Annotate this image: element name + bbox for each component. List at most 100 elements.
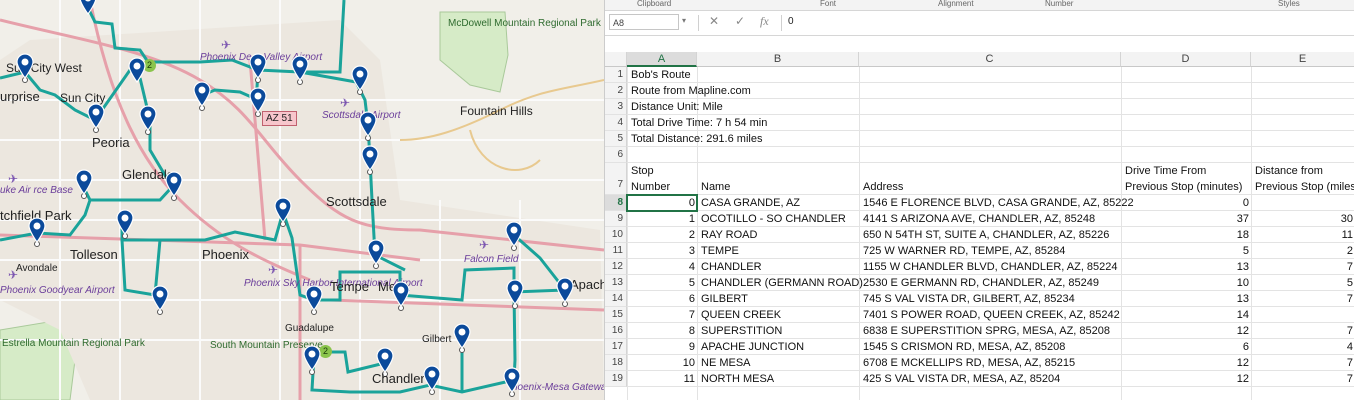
stop-name-cell[interactable]: GILBERT bbox=[699, 291, 750, 307]
map-marker-pin-icon[interactable] bbox=[249, 87, 267, 113]
stop-number-cell[interactable]: 4 bbox=[627, 259, 697, 275]
stop-address-cell[interactable]: 1546 E FLORENCE BLVD, CASA GRANDE, AZ, 8… bbox=[861, 195, 1136, 211]
map-marker-pin-icon[interactable] bbox=[79, 0, 97, 15]
row-header[interactable]: 18 bbox=[605, 355, 627, 371]
drive-time-cell[interactable]: 14 bbox=[1121, 307, 1251, 323]
drive-time-cell[interactable]: 0 bbox=[1121, 195, 1251, 211]
stop-address-cell[interactable]: 650 N 54TH ST, SUITE A, CHANDLER, AZ, 85… bbox=[861, 227, 1111, 243]
drive-time-cell[interactable]: 6 bbox=[1121, 339, 1251, 355]
cancel-icon[interactable]: ✕ bbox=[709, 14, 719, 28]
map-marker-pin-icon[interactable] bbox=[423, 365, 441, 391]
stop-number-cell[interactable]: 6 bbox=[627, 291, 697, 307]
map-marker-pin-icon[interactable] bbox=[151, 285, 169, 311]
stop-name-cell[interactable]: NE MESA bbox=[699, 355, 753, 371]
ribbon-group-font[interactable]: Font bbox=[820, 0, 836, 8]
row-header[interactable]: 11 bbox=[605, 243, 627, 259]
stop-number-cell[interactable]: 1 bbox=[627, 211, 697, 227]
row-header[interactable]: 12 bbox=[605, 259, 627, 275]
drive-time-cell[interactable]: 12 bbox=[1121, 323, 1251, 339]
info-cell[interactable]: Total Distance: 291.6 miles bbox=[629, 131, 764, 147]
ribbon-group-number[interactable]: Number bbox=[1045, 0, 1073, 8]
row-header[interactable]: 4 bbox=[605, 115, 627, 131]
check-icon[interactable]: ✓ bbox=[735, 14, 745, 28]
stop-number-cell[interactable]: 11 bbox=[627, 371, 697, 387]
row-header[interactable]: 5 bbox=[605, 131, 627, 147]
row-header[interactable]: 19 bbox=[605, 371, 627, 387]
column-header-d[interactable]: D bbox=[1121, 52, 1251, 67]
stop-number-cell[interactable]: 2 bbox=[627, 227, 697, 243]
row-header[interactable]: 3 bbox=[605, 99, 627, 115]
map-marker-pin-icon[interactable] bbox=[367, 239, 385, 265]
header-address-cell[interactable]: Address bbox=[861, 179, 905, 195]
map-marker-pin-icon[interactable] bbox=[505, 221, 523, 247]
stop-number-cell[interactable]: 7 bbox=[627, 307, 697, 323]
row-header[interactable]: 14 bbox=[605, 291, 627, 307]
ribbon-group-alignment[interactable]: Alignment bbox=[938, 0, 974, 8]
info-cell[interactable]: Bob's Route bbox=[629, 67, 693, 83]
header-drive-time-cell[interactable]: Previous Stop (minutes) bbox=[1123, 179, 1244, 195]
stop-address-cell[interactable]: 745 S VAL VISTA DR, GILBERT, AZ, 85234 bbox=[861, 291, 1077, 307]
stop-number-cell[interactable]: 10 bbox=[627, 355, 697, 371]
drive-time-cell[interactable]: 5 bbox=[1121, 243, 1251, 259]
formula-input[interactable]: 0 bbox=[788, 16, 794, 27]
stop-address-cell[interactable]: 425 S VAL VISTA DR, MESA, AZ, 85204 bbox=[861, 371, 1062, 387]
distance-cell[interactable]: 2 bbox=[1251, 243, 1354, 259]
row-header[interactable]: 15 bbox=[605, 307, 627, 323]
header-distance-cell[interactable]: Previous Stop (miles bbox=[1253, 179, 1354, 195]
distance-cell[interactable]: 4 bbox=[1251, 339, 1354, 355]
row-header[interactable]: 13 bbox=[605, 275, 627, 291]
map-marker-pin-icon[interactable] bbox=[303, 345, 321, 371]
distance-cell[interactable]: 7 bbox=[1251, 371, 1354, 387]
row-header[interactable]: 8 bbox=[605, 195, 627, 211]
stop-number-cell[interactable]: 5 bbox=[627, 275, 697, 291]
map-marker-pin-icon[interactable] bbox=[361, 145, 379, 171]
header-name-cell[interactable]: Name bbox=[699, 179, 732, 195]
drive-time-cell[interactable]: 13 bbox=[1121, 291, 1251, 307]
map-marker-pin-icon[interactable] bbox=[116, 209, 134, 235]
stop-name-cell[interactable]: APACHE JUNCTION bbox=[699, 339, 806, 355]
map-marker-pin-icon[interactable] bbox=[28, 217, 46, 243]
spreadsheet-window[interactable]: Clipboard Font Alignment Number Styles A… bbox=[604, 0, 1354, 400]
stop-address-cell[interactable]: 725 W WARNER RD, TEMPE, AZ, 85284 bbox=[861, 243, 1067, 259]
row-header[interactable]: 2 bbox=[605, 83, 627, 99]
select-all-corner[interactable] bbox=[605, 52, 627, 67]
row-header[interactable]: 7 bbox=[605, 163, 627, 195]
stop-number-cell[interactable]: 9 bbox=[627, 339, 697, 355]
map-marker-pin-icon[interactable] bbox=[249, 53, 267, 79]
drive-time-cell[interactable]: 12 bbox=[1121, 355, 1251, 371]
map-marker-pin-icon[interactable] bbox=[128, 57, 146, 83]
row-header[interactable]: 10 bbox=[605, 227, 627, 243]
stop-address-cell[interactable]: 6708 E MCKELLIPS RD, MESA, AZ, 85215 bbox=[861, 355, 1077, 371]
row-header[interactable]: 17 bbox=[605, 339, 627, 355]
drive-time-cell[interactable]: 13 bbox=[1121, 259, 1251, 275]
stop-number-cell[interactable]: 3 bbox=[627, 243, 697, 259]
info-cell[interactable]: Distance Unit: Mile bbox=[629, 99, 725, 115]
map-marker-pin-icon[interactable] bbox=[359, 111, 377, 137]
map-marker-pin-icon[interactable] bbox=[506, 279, 524, 305]
map-marker-pin-icon[interactable] bbox=[16, 53, 34, 79]
stop-address-cell[interactable]: 7401 S POWER ROAD, QUEEN CREEK, AZ, 8524… bbox=[861, 307, 1122, 323]
ribbon-group-clipboard[interactable]: Clipboard bbox=[637, 0, 671, 8]
drive-time-cell[interactable]: 18 bbox=[1121, 227, 1251, 243]
stop-name-cell[interactable]: CASA GRANDE, AZ bbox=[699, 195, 802, 211]
map-marker-pin-icon[interactable] bbox=[556, 277, 574, 303]
distance-cell[interactable]: 5 bbox=[1251, 275, 1354, 291]
stop-name-cell[interactable]: NORTH MESA bbox=[699, 371, 776, 387]
name-box-dropdown-icon[interactable]: ▾ bbox=[682, 16, 686, 25]
info-cell[interactable]: Total Drive Time: 7 h 54 min bbox=[629, 115, 769, 131]
stop-name-cell[interactable]: CHANDLER (GERMANN ROAD) bbox=[699, 275, 865, 291]
map-marker-pin-icon[interactable] bbox=[376, 347, 394, 373]
route-map[interactable]: McDowell Mountain Regional Park South Mo… bbox=[0, 0, 604, 400]
map-marker-pin-icon[interactable] bbox=[291, 55, 309, 81]
map-marker-pin-icon[interactable] bbox=[165, 171, 183, 197]
header-stop-cell[interactable]: Stop bbox=[629, 163, 656, 179]
map-marker-pin-icon[interactable] bbox=[87, 103, 105, 129]
distance-cell[interactable]: 30 bbox=[1251, 211, 1354, 227]
name-box[interactable]: A8 bbox=[609, 14, 679, 30]
column-header-e[interactable]: E bbox=[1251, 52, 1354, 67]
stop-number-cell[interactable]: 8 bbox=[627, 323, 697, 339]
column-header-a[interactable]: A bbox=[627, 52, 697, 67]
map-marker-pin-icon[interactable] bbox=[392, 281, 410, 307]
stop-address-cell[interactable]: 2530 E GERMANN RD, CHANDLER, AZ, 85249 bbox=[861, 275, 1101, 291]
drive-time-cell[interactable]: 37 bbox=[1121, 211, 1251, 227]
